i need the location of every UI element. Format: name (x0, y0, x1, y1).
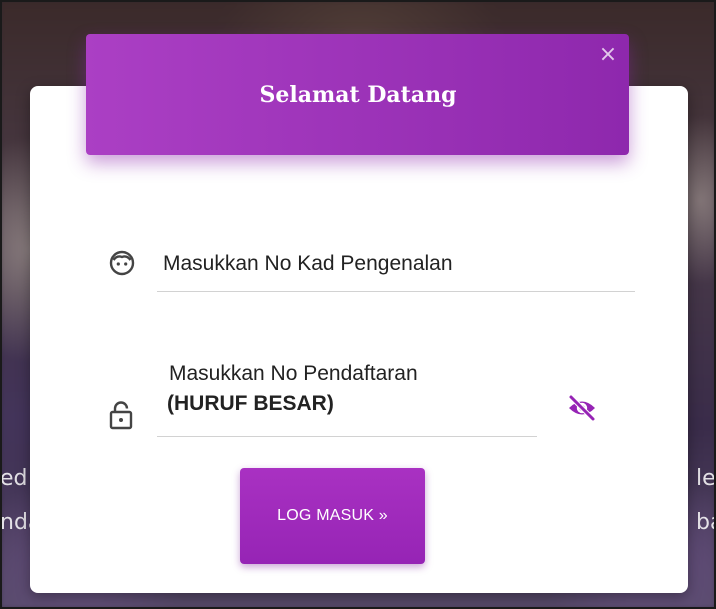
close-icon[interactable]: × (595, 42, 621, 68)
ic-number-field[interactable] (157, 236, 635, 292)
lock-icon (106, 400, 136, 430)
login-button[interactable]: LOG MASUK » (240, 468, 425, 564)
face-icon (109, 250, 135, 276)
ic-number-input[interactable] (157, 236, 635, 291)
eye-off-icon[interactable] (566, 392, 598, 424)
background-text-fragment: ed (0, 466, 28, 491)
registration-number-input[interactable] (157, 352, 537, 436)
modal-title: Selamat Datang (259, 82, 457, 108)
background-text-fragment: le (696, 466, 716, 491)
registration-number-field[interactable]: Masukkan No Pendaftaran (HURUF BESAR) (157, 352, 537, 437)
background-text-fragment: bai (696, 510, 716, 535)
